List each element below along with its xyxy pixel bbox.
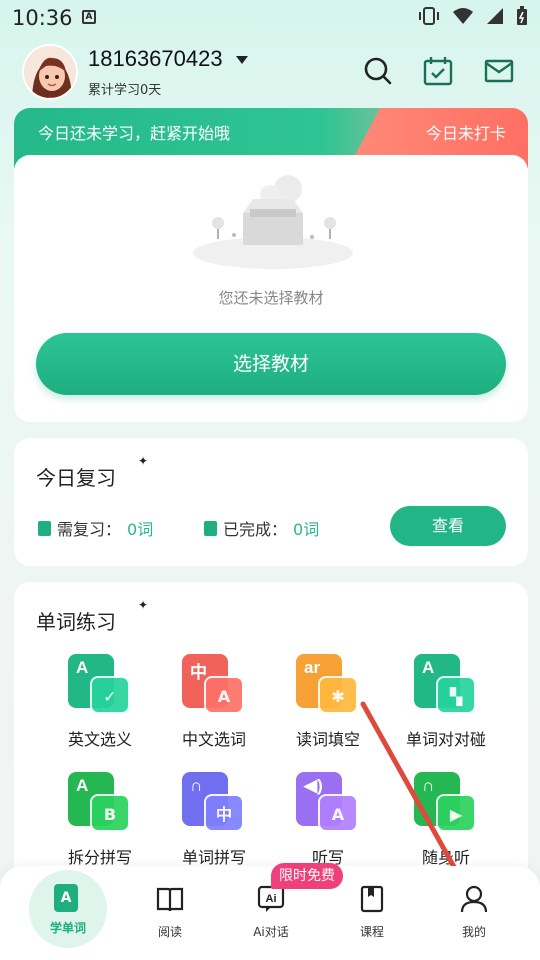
need-review-value: 0词 [127, 520, 154, 539]
practice-item-label: 单词对对碰 [405, 730, 486, 749]
user-name[interactable]: 18163670423 [88, 46, 223, 72]
promo-badge: 限时免费 [271, 863, 343, 889]
avatar[interactable] [22, 44, 78, 100]
practice-item-word-matching[interactable]: A ▚ 单词对对碰 [386, 654, 506, 750]
sparkle-icon: ✦ [138, 454, 149, 468]
avatar-girl-icon [24, 46, 76, 98]
svg-text:Ai: Ai [266, 893, 277, 905]
mail-icon[interactable] [483, 55, 515, 87]
practice-card: 单词练习 ✦ A ✓ 英文选义 中 A 中文选词 ar ✱ 读词填空 A ▚ 单词对对碰 A B 拆分拼写 ∩… [14, 582, 528, 882]
signal-icon [487, 8, 503, 24]
nav-item-courses[interactable]: 课程 [332, 878, 412, 940]
english-to-meaning-icon: A ✓ [68, 654, 132, 714]
portable-listening-icon: ∩ ▶ [414, 772, 478, 832]
person-icon [460, 885, 488, 913]
open-book-icon [156, 887, 184, 912]
account-dropdown-icon[interactable] [236, 56, 248, 64]
practice-item-split-spelling[interactable]: A B 拆分拼写 [40, 772, 160, 868]
need-review-label: 需复习： [57, 520, 122, 539]
learn-words-icon: A [54, 884, 78, 912]
practice-item-label: 中文选词 [181, 730, 246, 749]
calendar-check-icon[interactable] [422, 55, 454, 87]
dictation-icon: ◀) A [296, 772, 360, 832]
nav-label-courses: 课程 [359, 925, 384, 939]
done-review-stat: 已完成： 0词 [204, 516, 319, 540]
sparkle-icon: ✦ [138, 598, 149, 612]
practice-item-chinese-to-word[interactable]: 中 A 中文选词 [154, 654, 274, 750]
bookmark-icon [38, 520, 51, 536]
nav-label-reading: 阅读 [157, 925, 182, 939]
vibrate-icon [419, 7, 439, 25]
status-bar: 10:36 A [0, 0, 540, 36]
chinese-to-word-icon: 中A [182, 654, 246, 714]
nav-label-profile: 我的 [461, 925, 486, 939]
need-review-stat: 需复习： 0词 [38, 516, 153, 540]
status-icons [418, 6, 528, 26]
nav-label-ai-chat: Ai对话 [253, 925, 289, 939]
study-days: 累计学习0天 [88, 83, 162, 98]
nav-item-reading[interactable]: 阅读 [130, 878, 210, 940]
empty-textbook-tip: 您还未选择教材 [218, 289, 324, 307]
book-icon [204, 520, 217, 536]
banner-message: 今日还未学习，赶紧开始哦 [38, 124, 231, 143]
view-review-button[interactable]: 查看 [390, 506, 506, 546]
practice-item-dictation[interactable]: ◀) A 听写 [268, 772, 388, 868]
review-card: 今日复习 ✦ 需复习： 0词 已完成： 0词 查看 [14, 438, 528, 566]
practice-item-portable-listening[interactable]: ∩ ▶ 随身听 [386, 772, 506, 868]
practice-item-label: 随身听 [421, 848, 470, 867]
done-review-label: 已完成： [223, 520, 288, 539]
battery-icon [517, 6, 527, 25]
word-matching-icon: A ▚ [414, 654, 478, 714]
word-spelling-icon: ∩ 中 [182, 772, 246, 832]
notification-a-icon: A [82, 10, 96, 24]
review-title: 今日复习 [36, 466, 116, 490]
done-review-value: 0词 [293, 520, 320, 539]
empty-box-illustration [193, 175, 353, 269]
practice-item-label: 单词拼写 [181, 848, 246, 867]
practice-item-label: 拆分拼写 [67, 848, 132, 867]
split-spelling-icon: AB [68, 772, 132, 832]
practice-item-label: 读词填空 [295, 730, 360, 749]
checkin-status[interactable]: 今日未打卡 [426, 120, 506, 144]
nav-item-profile[interactable]: 我的 [434, 878, 514, 940]
select-textbook-button[interactable]: 选择教材 [36, 333, 506, 395]
course-book-icon [360, 885, 384, 913]
practice-item-english-to-meaning[interactable]: A ✓ 英文选义 [40, 654, 160, 750]
reading-fill-blank-icon: ar ✱ [296, 654, 360, 714]
status-time: 10:36 [12, 6, 73, 30]
nav-label-learn-words: 学单词 [49, 921, 86, 935]
search-icon[interactable] [362, 55, 394, 87]
practice-item-reading-fill-blank[interactable]: ar ✱ 读词填空 [268, 654, 388, 750]
practice-title: 单词练习 [36, 610, 116, 634]
practice-item-label: 英文选义 [67, 730, 132, 749]
textbook-card: 您还未选择教材 选择教材 [14, 155, 528, 422]
practice-item-word-spelling[interactable]: ∩ 中单词拼写 [154, 772, 274, 868]
bottom-nav: A 学单词 阅读 Ai Ai对话 课程 我的 [0, 866, 540, 960]
wifi-icon [453, 8, 473, 24]
